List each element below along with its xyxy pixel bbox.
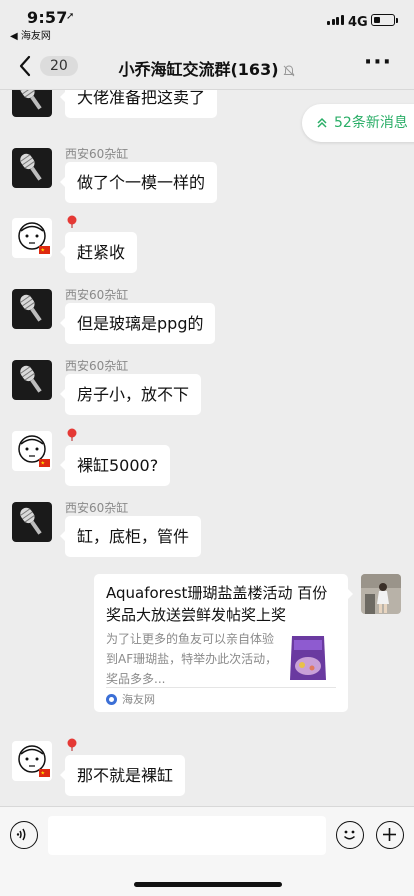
home-indicator[interactable] (134, 882, 282, 887)
message-input[interactable] (48, 816, 326, 855)
mute-bell-icon (283, 64, 294, 76)
signal-icon (327, 14, 344, 25)
message-bubble[interactable]: 赶紧收 (59, 232, 138, 273)
message-bubble[interactable]: 房子小，放不下 (59, 374, 202, 415)
link-card[interactable]: Aquaforest珊瑚盐盖楼活动 百份奖品大放送尝鲜发帖奖上奖 为了让更多的鱼… (94, 574, 353, 712)
link-card-title: Aquaforest珊瑚盐盖楼活动 百份奖品大放送尝鲜发帖奖上奖 (106, 584, 328, 624)
link-card-description: 为了让更多的鱼友可以亲自体验到AF珊瑚盐，特举办此次活动，奖品多多... (106, 632, 278, 686)
smiley-icon (343, 830, 356, 840)
message-bubble[interactable]: 做了个一模一样的 (59, 162, 218, 203)
message-bubble[interactable]: 裸缸5000? (59, 445, 171, 486)
message-list[interactable]: 大佬准备把这卖了 西安60杂缸 做了个一模一样的 ★ 赶紧收 西安60杂缸 但是… (0, 90, 414, 806)
status-time: 9:57 (27, 8, 68, 27)
mic-avatar[interactable] (12, 502, 52, 542)
face-avatar[interactable]: ★ (12, 218, 52, 258)
divider (106, 687, 336, 688)
double-chevron-up-icon (317, 117, 327, 128)
svg-text:★: ★ (41, 771, 46, 777)
mic-avatar[interactable] (12, 360, 52, 400)
link-card-source: 海友网 (106, 691, 155, 707)
location-arrow-icon: ➚ (66, 11, 75, 22)
message-bubble[interactable]: 那不就是裸缸 (59, 755, 186, 796)
pin-icon (67, 738, 77, 751)
message-bubble[interactable]: 大佬准备把这卖了 (59, 90, 218, 118)
svg-text:★: ★ (41, 248, 46, 254)
plus-icon (383, 828, 396, 841)
mic-avatar[interactable] (12, 148, 52, 188)
sender-name: 西安60杂缸 (65, 501, 129, 515)
more-options-button[interactable]: ··· (364, 52, 392, 74)
battery-icon (371, 14, 395, 26)
my-avatar[interactable] (361, 574, 401, 614)
new-messages-button[interactable]: 52条新消息 (302, 104, 414, 142)
source-logo-icon (106, 693, 117, 705)
face-avatar[interactable]: ★ (12, 431, 52, 471)
chat-title: 小乔海缸交流群(163) (118, 60, 279, 79)
back-to-app-link[interactable]: ◀ 海友网 (10, 27, 51, 42)
pin-icon (67, 428, 77, 441)
product-thumbnail (284, 632, 332, 684)
face-avatar[interactable]: ★ (12, 741, 52, 781)
message-bubble[interactable]: 缸，底柜，管件 (59, 516, 202, 557)
network-type: 4G (348, 15, 368, 30)
svg-text:★: ★ (41, 461, 46, 467)
source-name: 海友网 (122, 693, 155, 706)
mic-avatar[interactable] (12, 289, 52, 329)
battery-level (373, 16, 380, 23)
status-bar: 9:57 ➚ ◀ 海友网 4G (0, 0, 414, 44)
chat-header: 20 小乔海缸交流群(163) ··· (0, 44, 414, 90)
sender-name: 西安60杂缸 (65, 147, 129, 161)
new-messages-label: 52条新消息 (334, 115, 408, 131)
chat-title-wrap: 小乔海缸交流群(163) (0, 56, 414, 80)
mic-avatar[interactable] (12, 90, 52, 117)
voice-icon (16, 828, 26, 841)
sender-name: 西安60杂缸 (65, 359, 129, 373)
emoji-button[interactable] (336, 821, 364, 849)
voice-input-button[interactable] (10, 821, 38, 849)
more-functions-button[interactable] (376, 821, 404, 849)
battery-tip (396, 18, 398, 23)
message-bubble[interactable]: 但是玻璃是ppg的 (59, 303, 216, 344)
sender-name: 西安60杂缸 (65, 288, 129, 302)
pin-icon (67, 215, 77, 228)
